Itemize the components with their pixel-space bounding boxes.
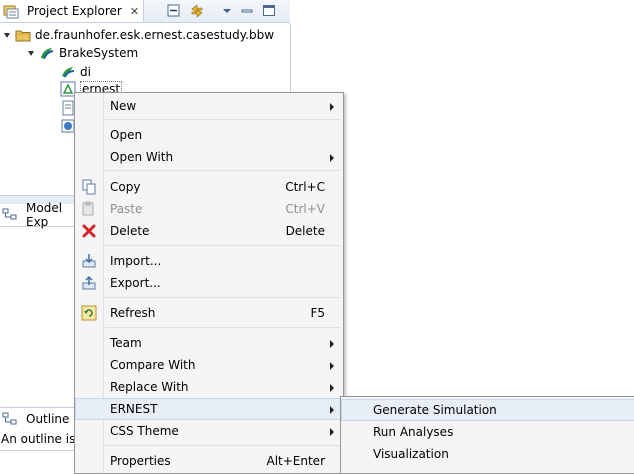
import-icon bbox=[81, 253, 97, 269]
menu-label-generate-simulation: Generate Simulation bbox=[373, 403, 497, 417]
menu-item-team[interactable]: Team bbox=[75, 332, 343, 354]
diagram-file-icon bbox=[60, 64, 76, 80]
project-explorer-title: Project Explorer bbox=[27, 4, 122, 18]
minimize-icon[interactable] bbox=[240, 4, 254, 18]
menu-separator bbox=[105, 245, 341, 246]
project-explorer-icon bbox=[3, 3, 19, 19]
menu-item-properties[interactable]: Properties Alt+Enter bbox=[75, 450, 343, 472]
shortcut-copy: Ctrl+C bbox=[285, 180, 325, 194]
menu-item-refresh[interactable]: Refresh F5 bbox=[75, 302, 343, 324]
menu-label-compare-with: Compare With bbox=[110, 358, 196, 372]
menu-label-export: Export... bbox=[110, 276, 161, 290]
menu-separator bbox=[105, 445, 341, 446]
menu-label-new: New bbox=[110, 99, 137, 113]
menu-item-replace-with[interactable]: Replace With bbox=[75, 376, 343, 398]
menu-item-run-analyses[interactable]: Run Analyses bbox=[341, 421, 634, 443]
outline-icon bbox=[2, 411, 18, 427]
view-menu-icon[interactable] bbox=[220, 4, 234, 18]
outline-border bbox=[0, 450, 80, 451]
paste-icon bbox=[81, 201, 97, 217]
menu-label-team: Team bbox=[110, 336, 142, 350]
submenu-arrow-icon bbox=[330, 384, 334, 392]
chevron-down-icon[interactable] bbox=[4, 32, 10, 38]
menu-item-copy[interactable]: Copy Ctrl+C bbox=[75, 176, 343, 198]
menu-label-css-theme: CSS Theme bbox=[110, 424, 179, 438]
menu-label-replace-with: Replace With bbox=[110, 380, 189, 394]
menu-separator bbox=[105, 297, 341, 298]
tree-item-project[interactable]: de.fraunhofer.esk.ernest.casestudy.bbw bbox=[4, 26, 274, 44]
delete-icon bbox=[81, 223, 97, 239]
package-icon bbox=[39, 45, 55, 61]
chevron-down-icon[interactable] bbox=[28, 50, 34, 56]
shortcut-paste: Ctrl+V bbox=[285, 202, 325, 216]
tree-item-di[interactable]: di bbox=[60, 63, 91, 81]
menu-item-ernest[interactable]: ERNEST bbox=[75, 398, 343, 420]
menu-item-css-theme[interactable]: CSS Theme bbox=[75, 420, 343, 442]
menu-label-properties: Properties bbox=[110, 454, 171, 468]
tab-outline[interactable]: Outline ✕ bbox=[0, 407, 85, 430]
menu-label-open: Open bbox=[110, 128, 143, 142]
tab-model-explorer[interactable]: Model Exp bbox=[0, 201, 82, 229]
menu-item-export[interactable]: Export... bbox=[75, 272, 343, 294]
menu-item-visualization[interactable]: Visualization bbox=[341, 443, 634, 465]
tree-label-brakesystem: BrakeSystem bbox=[59, 46, 139, 60]
menu-item-open[interactable]: Open bbox=[75, 124, 343, 146]
ernest-submenu: Generate Simulation Run Analyses Visuali… bbox=[340, 396, 634, 474]
menu-item-open-with[interactable]: Open With bbox=[75, 146, 343, 168]
submenu-arrow-icon bbox=[330, 340, 334, 348]
submenu-arrow-icon bbox=[330, 103, 334, 111]
tree-label-project: de.fraunhofer.esk.ernest.casestudy.bbw bbox=[35, 28, 275, 42]
project-explorer-header: Project Explorer ✕ bbox=[0, 0, 290, 23]
tree-label-di: di bbox=[80, 65, 91, 79]
menu-label-paste: Paste bbox=[110, 202, 143, 216]
menu-item-generate-simulation[interactable]: Generate Simulation bbox=[341, 399, 634, 421]
menu-item-new[interactable]: New bbox=[75, 95, 343, 117]
context-menu: New Open Open With Copy Ctrl+C Paste Ctr… bbox=[74, 92, 344, 474]
menu-separator bbox=[105, 327, 341, 328]
menu-item-paste[interactable]: Paste Ctrl+V bbox=[75, 198, 343, 220]
link-with-editor-icon[interactable] bbox=[190, 4, 204, 18]
refresh-icon bbox=[81, 305, 97, 321]
menu-item-import[interactable]: Import... bbox=[75, 250, 343, 272]
menu-label-import: Import... bbox=[110, 254, 162, 268]
menu-item-compare-with[interactable]: Compare With bbox=[75, 354, 343, 376]
submenu-arrow-icon bbox=[330, 428, 334, 436]
menu-label-copy: Copy bbox=[110, 180, 141, 194]
menu-label-visualization: Visualization bbox=[373, 447, 449, 461]
collapse-all-icon[interactable] bbox=[167, 4, 181, 18]
menu-label-refresh: Refresh bbox=[110, 306, 156, 320]
menu-item-delete[interactable]: Delete Delete bbox=[75, 220, 343, 242]
export-icon bbox=[81, 275, 97, 291]
shortcut-refresh: F5 bbox=[310, 306, 325, 320]
project-icon bbox=[15, 27, 31, 43]
model-explorer-icon bbox=[2, 207, 18, 223]
tab-project-explorer[interactable]: Project Explorer ✕ bbox=[0, 0, 145, 22]
menu-separator bbox=[105, 119, 341, 120]
tree-item-brakesystem[interactable]: BrakeSystem bbox=[28, 44, 138, 62]
outline-title: Outline bbox=[26, 412, 70, 426]
close-icon[interactable]: ✕ bbox=[130, 5, 139, 18]
menu-label-ernest: ERNEST bbox=[110, 402, 158, 416]
menu-label-run-analyses: Run Analyses bbox=[373, 425, 454, 439]
menu-separator bbox=[105, 170, 341, 171]
shortcut-properties: Alt+Enter bbox=[266, 454, 325, 468]
shortcut-delete: Delete bbox=[285, 224, 325, 238]
menu-label-delete: Delete bbox=[110, 224, 150, 238]
menu-label-open-with: Open With bbox=[110, 150, 174, 164]
submenu-arrow-icon bbox=[330, 362, 334, 370]
maximize-icon[interactable] bbox=[262, 4, 276, 18]
copy-icon bbox=[81, 179, 97, 195]
submenu-arrow-icon bbox=[330, 406, 334, 414]
submenu-arrow-icon bbox=[330, 154, 334, 162]
